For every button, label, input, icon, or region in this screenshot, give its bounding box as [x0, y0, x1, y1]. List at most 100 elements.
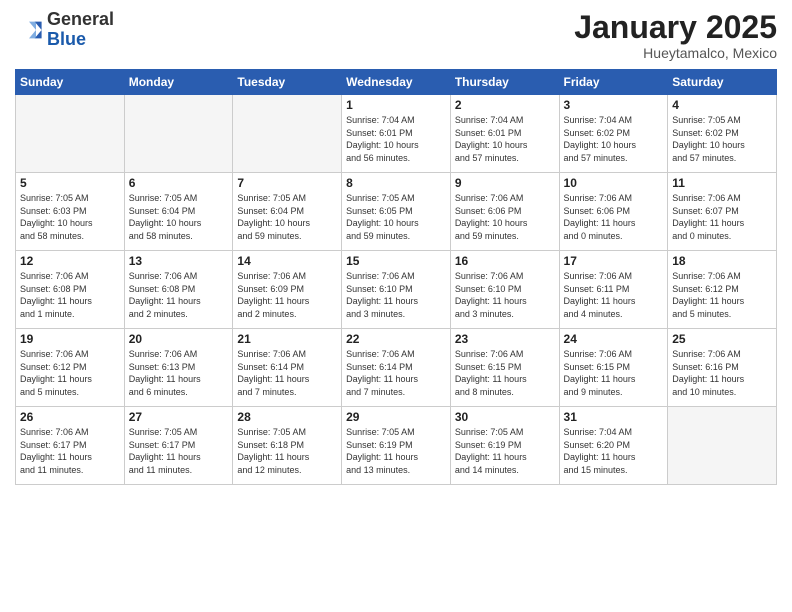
month-title: January 2025 — [574, 10, 777, 45]
day-info: Sunrise: 7:05 AM Sunset: 6:05 PM Dayligh… — [346, 192, 446, 242]
table-row: 8Sunrise: 7:05 AM Sunset: 6:05 PM Daylig… — [342, 173, 451, 251]
day-info: Sunrise: 7:06 AM Sunset: 6:16 PM Dayligh… — [672, 348, 772, 398]
table-row: 28 Sunrise: 7:05 AM Sunset: 6:18 PM Dayli… — [233, 407, 342, 485]
logo: General Blue — [15, 10, 114, 50]
day-number: 22 — [346, 332, 446, 346]
table-row: 10 Sunrise: 7:06 AM Sunset: 6:06 PM Dayli… — [559, 173, 668, 251]
day-info: Sunrise: 7:04 AM Sunset: 6:20 PM Dayligh… — [564, 426, 664, 476]
day-number: 27 — [129, 410, 229, 424]
calendar-week-row: 19 Sunrise: 7:06 AM Sunset: 6:12 PM Dayli… — [16, 329, 777, 407]
table-row: 22 Sunrise: 7:06 AM Sunset: 6:14 PM Dayli… — [342, 329, 451, 407]
table-row — [668, 407, 777, 485]
logo-icon — [15, 16, 43, 44]
day-info: Sunrise: 7:06 AM Sunset: 6:06 PM Dayligh… — [455, 192, 555, 242]
day-number: 28 — [237, 410, 337, 424]
day-number: 10 — [564, 176, 664, 190]
day-info: Sunrise: 7:05 AM Sunset: 6:18 PM Dayligh… — [237, 426, 337, 476]
day-info: Sunrise: 7:06 AM Sunset: 6:12 PM Dayligh… — [672, 270, 772, 320]
day-number: 9 — [455, 176, 555, 190]
day-number: 18 — [672, 254, 772, 268]
day-info: Sunrise: 7:06 AM Sunset: 6:15 PM Dayligh… — [564, 348, 664, 398]
table-row: 3 Sunrise: 7:04 AM Sunset: 6:02 PM Daylig… — [559, 95, 668, 173]
table-row: 19 Sunrise: 7:06 AM Sunset: 6:12 PM Dayli… — [16, 329, 125, 407]
table-row — [124, 95, 233, 173]
day-number: 3 — [564, 98, 664, 112]
calendar-table: Sunday Monday Tuesday Wednesday Thursday… — [15, 69, 777, 485]
day-info: Sunrise: 7:06 AM Sunset: 6:11 PM Dayligh… — [564, 270, 664, 320]
page-container: General Blue January 2025 Hueytamalco, M… — [0, 0, 792, 612]
day-number: 17 — [564, 254, 664, 268]
logo-blue-text: Blue — [47, 29, 86, 49]
day-number: 4 — [672, 98, 772, 112]
day-info: Sunrise: 7:06 AM Sunset: 6:10 PM Dayligh… — [346, 270, 446, 320]
table-row: 26Sunrise: 7:06 AM Sunset: 6:17 PM Dayli… — [16, 407, 125, 485]
table-row: 11 Sunrise: 7:06 AM Sunset: 6:07 PM Dayli… — [668, 173, 777, 251]
table-row — [233, 95, 342, 173]
day-info: Sunrise: 7:05 AM Sunset: 6:04 PM Dayligh… — [237, 192, 337, 242]
day-info: Sunrise: 7:06 AM Sunset: 6:17 PM Dayligh… — [20, 426, 120, 476]
day-info: Sunrise: 7:05 AM Sunset: 6:17 PM Dayligh… — [129, 426, 229, 476]
weekday-friday: Friday — [559, 70, 668, 95]
table-row: 2 Sunrise: 7:04 AM Sunset: 6:01 PM Daylig… — [450, 95, 559, 173]
table-row: 18 Sunrise: 7:06 AM Sunset: 6:12 PM Dayli… — [668, 251, 777, 329]
table-row: 6 Sunrise: 7:05 AM Sunset: 6:04 PM Daylig… — [124, 173, 233, 251]
table-row: 29 Sunrise: 7:05 AM Sunset: 6:19 PM Dayli… — [342, 407, 451, 485]
day-info: Sunrise: 7:04 AM Sunset: 6:01 PM Dayligh… — [346, 114, 446, 164]
day-info: Sunrise: 7:06 AM Sunset: 6:14 PM Dayligh… — [237, 348, 337, 398]
calendar-week-row: 5 Sunrise: 7:05 AM Sunset: 6:03 PM Daylig… — [16, 173, 777, 251]
day-info: Sunrise: 7:04 AM Sunset: 6:01 PM Dayligh… — [455, 114, 555, 164]
day-number: 15 — [346, 254, 446, 268]
table-row: 27 Sunrise: 7:05 AM Sunset: 6:17 PM Dayli… — [124, 407, 233, 485]
day-number: 30 — [455, 410, 555, 424]
day-info: Sunrise: 7:06 AM Sunset: 6:13 PM Dayligh… — [129, 348, 229, 398]
weekday-thursday: Thursday — [450, 70, 559, 95]
day-info: Sunrise: 7:04 AM Sunset: 6:02 PM Dayligh… — [564, 114, 664, 164]
weekday-monday: Monday — [124, 70, 233, 95]
day-number: 19 — [20, 332, 120, 346]
table-row: 15 Sunrise: 7:06 AM Sunset: 6:10 PM Dayli… — [342, 251, 451, 329]
table-row: 5 Sunrise: 7:05 AM Sunset: 6:03 PM Daylig… — [16, 173, 125, 251]
day-info: Sunrise: 7:06 AM Sunset: 6:08 PM Dayligh… — [20, 270, 120, 320]
table-row: 1 Sunrise: 7:04 AM Sunset: 6:01 PM Daylig… — [342, 95, 451, 173]
logo-general-text: General — [47, 9, 114, 29]
table-row: 31 Sunrise: 7:04 AM Sunset: 6:20 PM Dayli… — [559, 407, 668, 485]
calendar-week-row: 1 Sunrise: 7:04 AM Sunset: 6:01 PM Daylig… — [16, 95, 777, 173]
day-number: 6 — [129, 176, 229, 190]
day-number: 13 — [129, 254, 229, 268]
day-number: 11 — [672, 176, 772, 190]
day-number: 16 — [455, 254, 555, 268]
table-row: 30Sunrise: 7:05 AM Sunset: 6:19 PM Dayli… — [450, 407, 559, 485]
day-number: 7 — [237, 176, 337, 190]
day-number: 31 — [564, 410, 664, 424]
day-info: Sunrise: 7:06 AM Sunset: 6:12 PM Dayligh… — [20, 348, 120, 398]
day-info: Sunrise: 7:05 AM Sunset: 6:02 PM Dayligh… — [672, 114, 772, 164]
table-row: 25Sunrise: 7:06 AM Sunset: 6:16 PM Dayli… — [668, 329, 777, 407]
day-number: 23 — [455, 332, 555, 346]
day-info: Sunrise: 7:05 AM Sunset: 6:19 PM Dayligh… — [346, 426, 446, 476]
table-row: 4 Sunrise: 7:05 AM Sunset: 6:02 PM Daylig… — [668, 95, 777, 173]
table-row: 9 Sunrise: 7:06 AM Sunset: 6:06 PM Daylig… — [450, 173, 559, 251]
day-number: 2 — [455, 98, 555, 112]
table-row: 20 Sunrise: 7:06 AM Sunset: 6:13 PM Dayli… — [124, 329, 233, 407]
table-row: 16 Sunrise: 7:06 AM Sunset: 6:10 PM Dayli… — [450, 251, 559, 329]
table-row: 24Sunrise: 7:06 AM Sunset: 6:15 PM Dayli… — [559, 329, 668, 407]
weekday-sunday: Sunday — [16, 70, 125, 95]
day-number: 1 — [346, 98, 446, 112]
table-row: 12Sunrise: 7:06 AM Sunset: 6:08 PM Dayli… — [16, 251, 125, 329]
day-number: 29 — [346, 410, 446, 424]
day-number: 20 — [129, 332, 229, 346]
title-block: January 2025 Hueytamalco, Mexico — [574, 10, 777, 61]
day-info: Sunrise: 7:06 AM Sunset: 6:06 PM Dayligh… — [564, 192, 664, 242]
day-info: Sunrise: 7:05 AM Sunset: 6:04 PM Dayligh… — [129, 192, 229, 242]
day-number: 5 — [20, 176, 120, 190]
table-row: 17 Sunrise: 7:06 AM Sunset: 6:11 PM Dayli… — [559, 251, 668, 329]
day-info: Sunrise: 7:06 AM Sunset: 6:10 PM Dayligh… — [455, 270, 555, 320]
page-header: General Blue January 2025 Hueytamalco, M… — [15, 10, 777, 61]
day-number: 21 — [237, 332, 337, 346]
day-info: Sunrise: 7:06 AM Sunset: 6:08 PM Dayligh… — [129, 270, 229, 320]
day-info: Sunrise: 7:06 AM Sunset: 6:14 PM Dayligh… — [346, 348, 446, 398]
table-row: 14Sunrise: 7:06 AM Sunset: 6:09 PM Dayli… — [233, 251, 342, 329]
day-info: Sunrise: 7:06 AM Sunset: 6:07 PM Dayligh… — [672, 192, 772, 242]
table-row: 7 Sunrise: 7:05 AM Sunset: 6:04 PM Daylig… — [233, 173, 342, 251]
day-info: Sunrise: 7:05 AM Sunset: 6:03 PM Dayligh… — [20, 192, 120, 242]
